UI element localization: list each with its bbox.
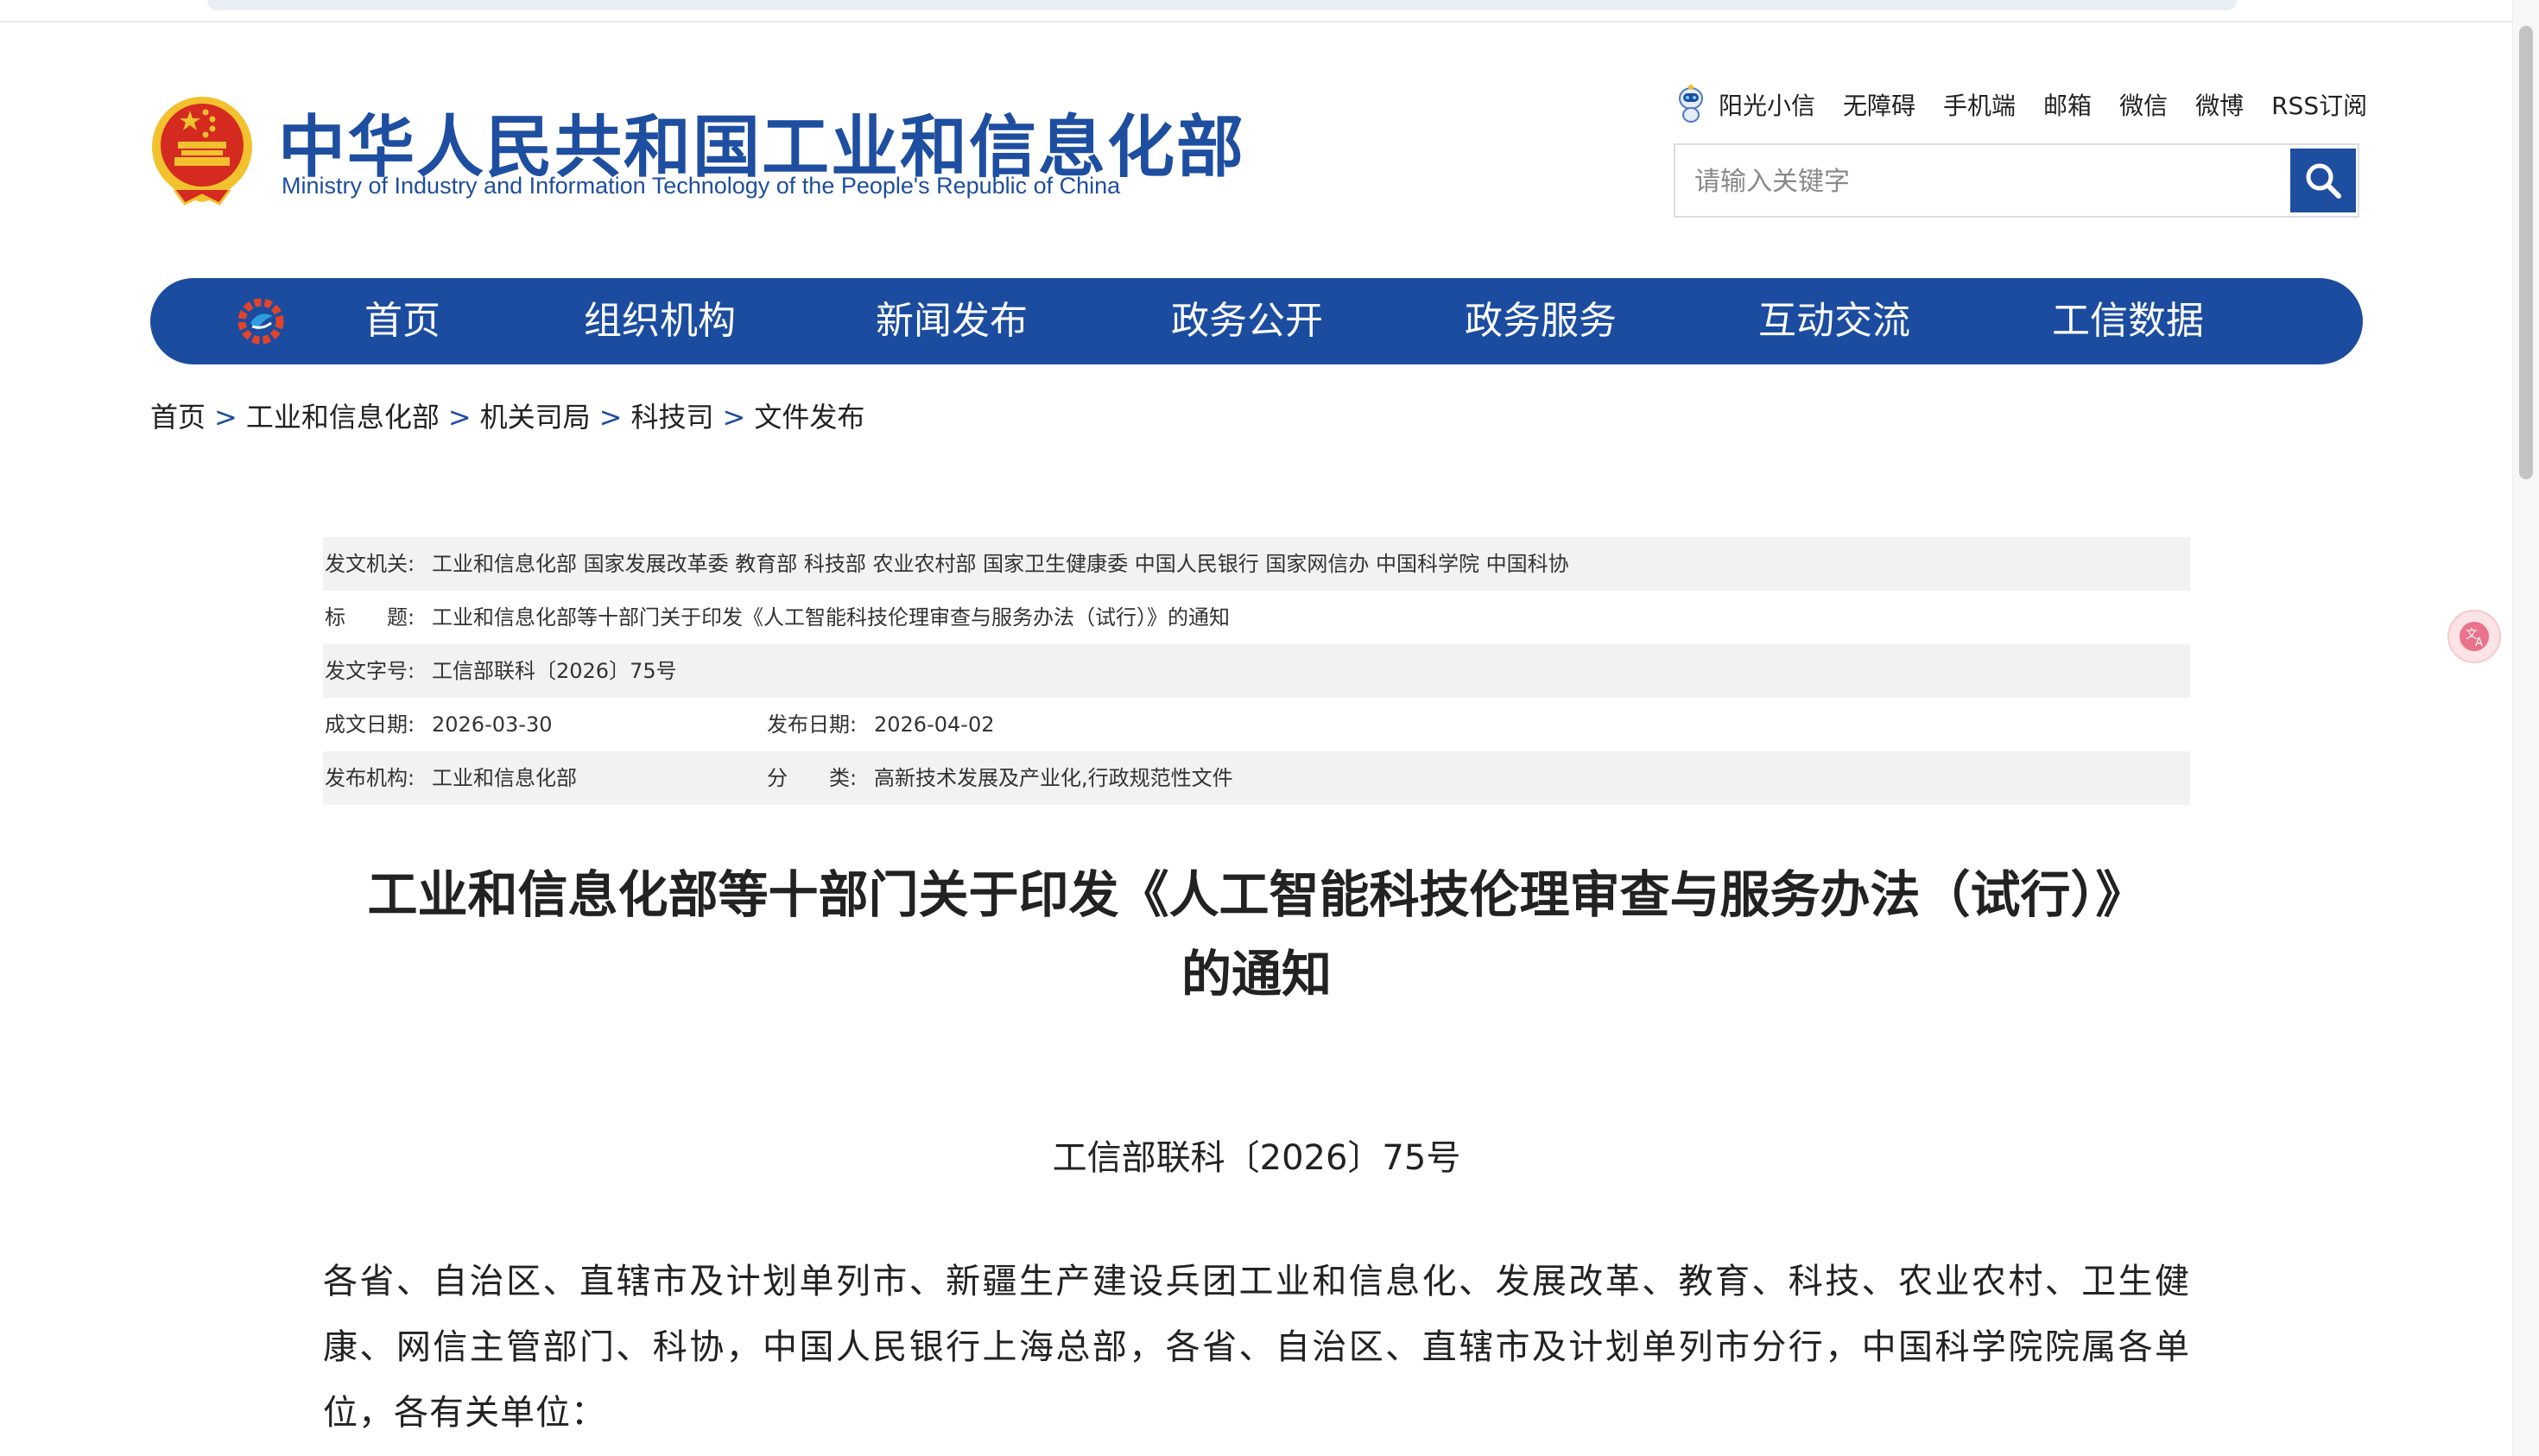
link-rss[interactable]: RSS订阅 [2271,87,2367,122]
address-bar-edge [207,0,2237,10]
breadcrumb-separator: > [447,401,472,434]
search-icon [2306,163,2341,199]
breadcrumb: 首页 > 工业和信息化部 > 机关司局 > 科技司 > 文件发布 [150,396,864,435]
breadcrumb-tech-dept[interactable]: 科技司 [630,401,713,434]
robot-assistant-icon[interactable] [1675,84,1706,125]
breadcrumb-separator: > [598,401,623,434]
info-row-title: 标 题: 工业和信息化部等十部门关于印发《人工智能科技伦理审查与服务办法（试行）… [323,591,2190,644]
main-nav: 首页 组织机构 新闻发布 政务公开 政务服务 互动交流 工信数据 [150,278,2363,364]
written-date-label: 成文日期: [325,712,415,737]
info-row-org: 发布机构: 工业和信息化部 分 类: 高新技术发展及产业化,行政规范性文件 [323,751,2190,805]
scrollbar-thumb[interactable] [2519,26,2533,479]
org-value: 工业和信息化部 [432,766,577,790]
nav-news[interactable]: 新闻发布 [876,278,1028,364]
link-mobile[interactable]: 手机端 [1943,87,2016,122]
document-title-line2: 的通知 [1181,945,1332,1003]
category-value: 高新技术发展及产业化,行政规范性文件 [874,766,1233,790]
breadcrumb-documents[interactable]: 文件发布 [754,401,864,434]
national-emblem-icon [152,97,252,206]
site-subtitle: Ministry of Industry and Information Tec… [282,173,1121,199]
breadcrumb-separator: > [214,401,237,434]
document-body-paragraph: 各省、自治区、直辖市及计划单列市、新疆生产建设兵团工业和信息化、发展改革、教育、… [323,1262,2190,1433]
link-weibo[interactable]: 微博 [2195,87,2244,122]
svg-text:A: A [2475,636,2483,649]
breadcrumb-separator: > [722,401,746,434]
docno-label: 发文字号: [325,659,415,683]
link-wechat[interactable]: 微信 [2119,87,2168,122]
info-row-dates: 成文日期: 2026-03-30 发布日期: 2026-04-02 [323,698,2190,751]
link-accessibility[interactable]: 无障碍 [1843,87,1915,122]
nav-government-services[interactable]: 政务服务 [1465,278,1617,364]
issuer-value: 工业和信息化部 国家发展改革委 教育部 科技部 农业农村部 国家卫生健康委 中国… [432,552,1569,576]
nav-home[interactable]: 首页 [364,278,440,364]
published-date-label: 发布日期: [767,712,858,737]
nav-organization[interactable]: 组织机构 [584,278,736,364]
nav-data[interactable]: 工信数据 [2052,278,2204,364]
document-number: 工信部联科〔2026〕75号 [1052,1138,1461,1178]
document-title: 工业和信息化部等十部门关于印发《人工智能科技伦理审查与服务办法（试行）》 的通知 [323,855,2190,1014]
written-date-value: 2026-03-30 [432,712,553,737]
title-label: 标 题: [325,605,415,630]
breadcrumb-departments[interactable]: 机关司局 [480,401,591,434]
org-label: 发布机构: [325,766,415,790]
top-links-bar: 阳光小信 无障碍 手机端 邮箱 微信 微博 RSS订阅 [1675,85,2367,124]
nav-interaction[interactable]: 互动交流 [1758,278,1910,364]
document-info-table: 发文机关: 工业和信息化部 国家发展改革委 教育部 科技部 农业农村部 国家卫生… [323,537,2190,805]
nav-government-affairs[interactable]: 政务公开 [1171,278,1323,364]
info-row-issuer: 发文机关: 工业和信息化部 国家发展改革委 教育部 科技部 农业农村部 国家卫生… [323,537,2190,591]
search-box [1674,143,2359,218]
info-row-docno: 发文字号: 工信部联科〔2026〕75号 [323,644,2190,698]
document-title-line1: 工业和信息化部等十部门关于印发《人工智能科技伦理审查与服务办法（试行）》 [367,865,2146,924]
breadcrumb-home[interactable]: 首页 [150,401,206,434]
published-date-value: 2026-04-02 [874,712,995,737]
link-assistant[interactable]: 阳光小信 [1719,87,1815,122]
browser-top-strip [0,0,2513,22]
breadcrumb-ministry[interactable]: 工业和信息化部 [246,401,440,434]
docno-value: 工信部联科〔2026〕75号 [432,659,677,683]
translate-icon: 文 A [2460,622,2489,651]
issuer-label: 发文机关: [325,552,415,576]
miit-logo-icon [237,298,284,345]
link-mailbox[interactable]: 邮箱 [2043,87,2092,122]
category-label: 分 类: [767,766,858,790]
page-scrollbar[interactable] [2512,0,2539,1456]
search-button[interactable] [2290,149,2356,212]
search-input[interactable] [1693,157,2266,206]
translate-button[interactable]: 文 A [2447,610,2501,663]
title-value: 工业和信息化部等十部门关于印发《人工智能科技伦理审查与服务办法（试行）》的通知 [432,605,1230,630]
